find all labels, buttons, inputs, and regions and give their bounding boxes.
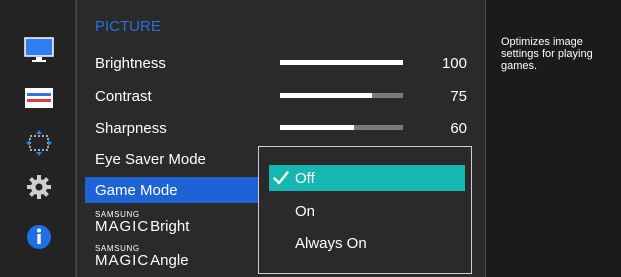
dropdown-option-always-on[interactable]: Always On	[269, 230, 465, 256]
magic-brand-text: MAGIC	[95, 251, 150, 269]
checkmark-icon	[273, 171, 289, 185]
magic-brand-text: MAGIC	[95, 217, 150, 235]
brightness-slider[interactable]	[280, 60, 403, 65]
dropdown-option-label: Always On	[295, 234, 367, 252]
menu-item-label: Eye Saver Mode	[95, 150, 206, 168]
sharpness-value: 60	[450, 120, 467, 137]
info-icon[interactable]	[22, 220, 56, 254]
contrast-slider-fill	[280, 93, 373, 98]
menu-item-game-mode[interactable]: Game Mode	[85, 177, 263, 203]
nav-rail	[0, 0, 76, 277]
size-position-icon[interactable]	[22, 126, 56, 160]
magic-angle-label: SAMSUNG MAGIC Angle	[77, 244, 189, 269]
menu-item-label: Game Mode	[95, 181, 178, 199]
monitor-icon[interactable]	[22, 33, 56, 67]
gear-icon[interactable]	[22, 170, 56, 204]
menu-item-magic-angle[interactable]: SAMSUNG MAGIC Angle	[77, 242, 267, 270]
magic-angle-name: Angle	[150, 251, 189, 269]
contrast-slider[interactable]	[280, 93, 403, 98]
dropdown-option-label: On	[295, 202, 316, 220]
contrast-value: 75	[450, 88, 467, 105]
menu-item-brightness[interactable]: Brightness	[77, 50, 267, 76]
picture-settings-icon[interactable]	[22, 81, 56, 115]
brightness-slider-fill	[280, 60, 403, 65]
brightness-value: 100	[441, 55, 467, 72]
magic-bright-name: Bright	[150, 217, 190, 235]
dropdown-option-off[interactable]: Off	[269, 165, 465, 191]
menu-item-label: Brightness	[95, 54, 166, 72]
game-mode-dropdown: Off On Always On	[258, 146, 472, 274]
sharpness-slider[interactable]	[280, 125, 403, 130]
menu-item-eye-saver-mode[interactable]: Eye Saver Mode	[77, 146, 267, 172]
help-panel: Optimizes image settings for playing gam…	[486, 0, 621, 277]
help-text: Optimizes image settings for playing gam…	[501, 36, 593, 72]
menu-item-magic-bright[interactable]: SAMSUNG MAGIC Bright	[77, 208, 267, 236]
dropdown-option-on[interactable]: On	[269, 198, 465, 224]
menu-item-label: Sharpness	[95, 119, 167, 137]
sharpness-slider-fill	[280, 125, 354, 130]
menu-item-contrast[interactable]: Contrast	[77, 83, 267, 109]
menu-item-sharpness[interactable]: Sharpness	[77, 115, 267, 141]
section-title: PICTURE	[95, 18, 161, 35]
menu-item-label: Contrast	[95, 87, 152, 105]
magic-bright-label: SAMSUNG MAGIC Bright	[77, 210, 190, 235]
